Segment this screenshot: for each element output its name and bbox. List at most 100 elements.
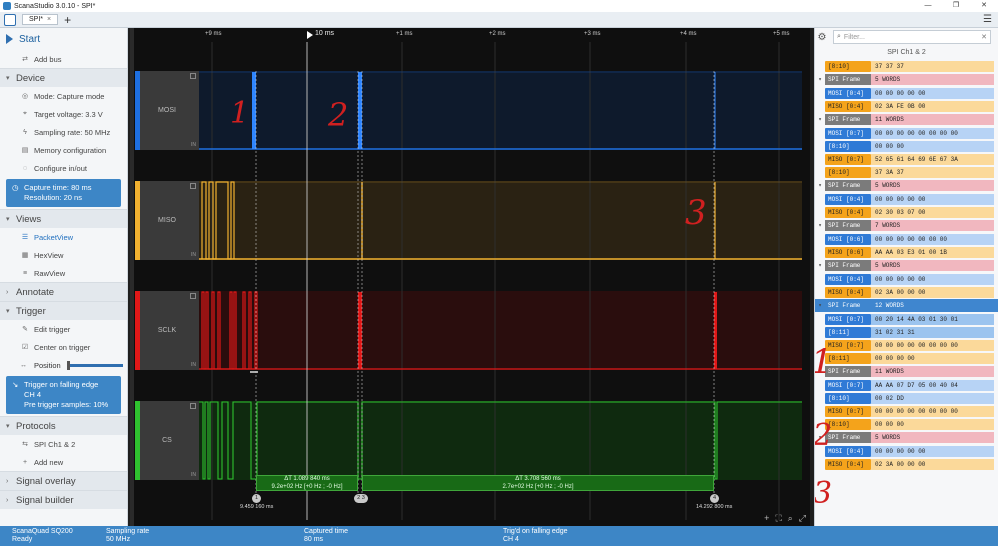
add-bus-label: Add bus (34, 54, 62, 64)
add-marker-icon[interactable]: + (764, 513, 769, 524)
collapse-icon[interactable] (190, 183, 196, 189)
mosi-data-row[interactable]: MOSI [0:4] 00 00 00 00 00 (825, 273, 998, 285)
add-bus-item[interactable]: ⇄ Add bus (0, 50, 127, 68)
section-trigger[interactable]: ▾ Trigger (0, 301, 127, 320)
marker-1[interactable]: 1 (252, 494, 261, 503)
position-track[interactable] (66, 360, 123, 370)
center-on-trigger-item[interactable]: ☑ Center on trigger (0, 338, 127, 356)
miso-data-row[interactable]: MISO [0:6] AA AA 03 E3 01 00 1B (825, 246, 998, 258)
section-signal-overlay[interactable]: › Signal overlay (0, 471, 127, 490)
tab-spi[interactable]: SPI* × (22, 14, 59, 25)
collapse-icon[interactable] (190, 293, 196, 299)
checkbox-icon[interactable]: ☑ (20, 343, 30, 351)
miso-data-row[interactable]: MISO [0:4] 02 3A 00 00 00 (825, 458, 998, 470)
packetview-item[interactable]: ☰ PacketView (0, 228, 127, 246)
spi-frame[interactable]: ▾ SPI Frame 5 WORDS (815, 73, 998, 86)
add-protocol-item[interactable]: + Add new (0, 453, 127, 471)
expand-arrow-icon[interactable]: ▾ (815, 222, 825, 229)
packet-row[interactable]: [8:10] 37 37 37 (825, 60, 998, 72)
expand-arrow-icon[interactable]: ▾ (815, 116, 825, 123)
section-signal-builder[interactable]: › Signal builder (0, 490, 127, 509)
miso-data-row[interactable]: MISO [0:4] 02 3A 00 00 00 (825, 286, 998, 298)
section-signal-overlay-label: Signal overlay (16, 475, 76, 487)
miso-data-row[interactable]: MISO [0:4] 02 30 03 07 00 (825, 206, 998, 218)
expand-arrow-icon[interactable]: ▾ (815, 182, 825, 189)
close-tab-icon[interactable]: × (47, 16, 51, 23)
spi-frame[interactable]: ▾ SPI Frame 11 WORDS (815, 113, 998, 126)
spi-frame[interactable]: ▾ SPI Frame 12 WORDS (815, 299, 998, 312)
section-protocols[interactable]: ▾ Protocols (0, 416, 127, 435)
packet-list[interactable]: [8:10] 37 37 37 ▾ SPI Frame 5 WORDS MOSI [0:… (815, 60, 998, 470)
mosi-data-row[interactable]: MOSI [0:4] 00 00 00 00 00 (825, 445, 998, 457)
measurement-2[interactable]: ΔT 3.708 560 ms 2.7e+02 Hz [+0 Hz ; -0 Hz… (362, 475, 714, 491)
collapse-icon[interactable] (190, 73, 196, 79)
mosi-data-row[interactable]: MOSI [0:7] AA AA 07 D7 05 00 40 04 (825, 379, 998, 391)
miso-data-row[interactable]: [8:10] 37 3A 37 (825, 166, 998, 178)
spi-frame[interactable]: ▾ SPI Frame 5 WORDS (815, 179, 998, 192)
position-knob[interactable] (66, 360, 70, 370)
target-voltage-item[interactable]: ⌖ Target voltage: 3.3 V (0, 105, 127, 123)
fit-view-icon[interactable]: ⛶ (775, 513, 781, 524)
miso-data-row[interactable]: [8:10] 00 00 00 (825, 418, 998, 430)
mosi-data-row[interactable]: MOSI [0:4] 00 00 00 00 00 (825, 193, 998, 205)
row-name: [8:10] (825, 166, 871, 178)
miso-data-row[interactable]: MISO [0:4] 02 3A FE 0B 00 (825, 100, 998, 112)
expand-arrow-icon[interactable]: ▾ (815, 302, 825, 309)
marker-4[interactable]: 4 (710, 494, 719, 503)
expand-icon[interactable]: ⤢ (799, 513, 806, 524)
trigger-settings-box[interactable]: ↘ Trigger on falling edge CH 4 Pre trigger … (6, 376, 121, 414)
device-mode-item[interactable]: ◎ Mode: Capture mode (0, 87, 127, 105)
mosi-data-row[interactable]: [8:10] 00 00 00 (825, 140, 998, 152)
add-tab-icon[interactable]: + (64, 14, 71, 26)
channel-mosi[interactable]: MOSI IN (135, 71, 199, 150)
collapse-icon[interactable] (190, 403, 196, 409)
waveform-view[interactable]: 10 ms +9 ms +1 ms +2 ms +3 ms +4 ms +5 m… (130, 28, 810, 526)
start-button[interactable]: Start (0, 28, 127, 50)
protocol-spi-item[interactable]: ⇆ SPI Ch1 & 2 (0, 435, 127, 453)
miso-data-row[interactable]: [8:11] 00 00 00 00 (825, 352, 998, 364)
edit-trigger-item[interactable]: ✎ Edit trigger (0, 320, 127, 338)
spi-frame[interactable]: ▾ SPI Frame 11 WORDS (815, 365, 998, 378)
maximize-button[interactable]: ❐ (942, 0, 970, 12)
spi-frame[interactable]: ▾ SPI Frame 5 WORDS (815, 431, 998, 444)
configure-io-item[interactable]: ◌ Configure in/out (0, 159, 127, 177)
toggle-sidebar-icon[interactable] (4, 13, 16, 26)
mosi-data-row[interactable]: MOSI [0:7] 00 00 00 00 00 00 00 00 (825, 127, 998, 139)
memory-icon: ▤ (21, 147, 29, 154)
expand-arrow-icon[interactable]: ▾ (815, 76, 825, 83)
zoom-icon[interactable]: ⌕ (788, 513, 793, 524)
channel-cs[interactable]: CS IN (135, 401, 199, 480)
section-device[interactable]: ▾ Device (0, 68, 127, 87)
minimize-button[interactable]: — (914, 0, 942, 12)
mosi-data-row[interactable]: MOSI [0:7] 00 20 14 4A 03 01 30 01 (825, 313, 998, 325)
sampling-rate-item[interactable]: ϟ Sampling rate: 50 MHz (0, 123, 127, 141)
hexview-item[interactable]: ▦ HexView (0, 246, 127, 264)
measurement-1[interactable]: ΔT 1.089 840 ms 9.2e+02 Hz [+0 Hz ; -0 Hz… (256, 475, 358, 491)
filter-input[interactable]: ⌕ Filter... ✕ (833, 30, 991, 44)
section-annotate[interactable]: › Annotate (0, 282, 127, 301)
settings-sliders-icon[interactable]: ☰ (983, 14, 992, 25)
mosi-data-row[interactable]: MOSI [0:6] 00 00 00 00 00 00 00 (825, 233, 998, 245)
frame-word-count: 11 WORDS (871, 114, 994, 125)
spi-frame[interactable]: ▾ SPI Frame 7 WORDS (815, 219, 998, 232)
rawview-item[interactable]: ≡ RawView (0, 264, 127, 282)
channel-sclk[interactable]: SCLK IN (135, 291, 199, 370)
mosi-data-row[interactable]: [8:10] 00 02 DD (825, 392, 998, 404)
mosi-data-row[interactable]: [8:11] 31 02 31 31 (825, 326, 998, 338)
close-button[interactable]: ✕ (970, 0, 998, 12)
gear-icon[interactable]: ⚙ (815, 32, 829, 43)
expand-arrow-icon[interactable]: ▾ (815, 262, 825, 269)
miso-data-row[interactable]: MISO [0:7] 52 65 61 64 69 6E 67 3A (825, 153, 998, 165)
spi-frame[interactable]: ▾ SPI Frame 5 WORDS (815, 259, 998, 272)
trigger-position-slider[interactable]: ↔ Position (0, 356, 127, 374)
frame-word-count: 12 WORDS (871, 300, 994, 311)
memory-configuration-item[interactable]: ▤ Memory configuration (0, 141, 127, 159)
marker-2-3[interactable]: 2 3 (354, 494, 368, 503)
clear-filter-icon[interactable]: ✕ (981, 33, 987, 41)
miso-data-row[interactable]: MISO [0:7] 00 00 00 00 00 00 00 00 (825, 405, 998, 417)
channel-miso[interactable]: MISO IN (135, 181, 199, 260)
capture-time-box[interactable]: ◷ Capture time: 80 ms Resolution: 20 ns (6, 179, 121, 207)
section-views[interactable]: ▾ Views (0, 209, 127, 228)
miso-data-row[interactable]: MISO [0:7] 00 00 00 00 00 00 00 00 (825, 339, 998, 351)
mosi-data-row[interactable]: MOSI [0:4] 00 00 00 00 00 (825, 87, 998, 99)
